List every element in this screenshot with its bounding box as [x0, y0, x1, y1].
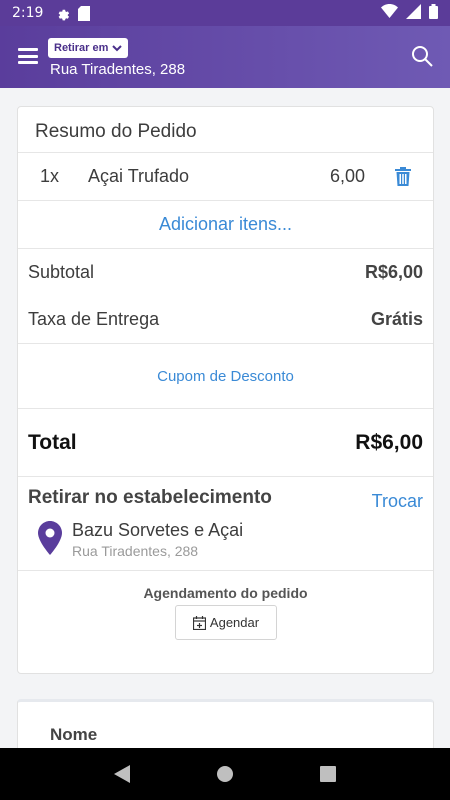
navigation-bar [0, 748, 450, 800]
order-summary-card: Resumo do Pedido 1x Açai Trufado 6,00 Ad… [17, 106, 434, 674]
header-address[interactable]: Rua Tiradentes, 288 [50, 61, 185, 78]
recents-icon[interactable] [318, 764, 338, 784]
order-summary-title: Resumo do Pedido [18, 107, 433, 153]
pickup-section: Retirar no estabelecimento Trocar Bazu S… [18, 477, 433, 571]
item-price: 6,00 [329, 166, 365, 186]
delivery-fee-value: Grátis [370, 309, 423, 329]
gear-icon [55, 6, 70, 21]
chevron-down-icon [112, 45, 123, 52]
total-row: Total R$6,00 [18, 409, 433, 477]
subtotal-label: Subtotal [28, 262, 95, 282]
add-items-link[interactable]: Adicionar itens... [18, 201, 433, 249]
status-bar: 2:19 [0, 0, 450, 26]
app-header: Retirar em Rua Tiradentes, 288 [0, 26, 450, 88]
coupon-link[interactable]: Cupom de Desconto [18, 344, 433, 409]
map-pin-icon [38, 521, 62, 555]
trash-icon[interactable] [395, 167, 411, 186]
schedule-title: Agendamento do pedido [143, 585, 308, 601]
search-icon[interactable] [410, 44, 434, 68]
wifi-icon [381, 4, 398, 22]
sd-card-icon [78, 5, 91, 21]
subtotal-row: Subtotal R$6,00 [18, 249, 433, 296]
schedule-button[interactable]: Agendar [175, 605, 277, 640]
store-address: Rua Tiradentes, 288 [72, 543, 199, 559]
price-breakdown: Subtotal R$6,00 Taxa de Entrega Grátis [18, 249, 433, 344]
signal-icon [406, 3, 421, 23]
pickup-mode-select[interactable]: Retirar em [48, 38, 129, 58]
subtotal-value: R$6,00 [364, 262, 423, 282]
pickup-title: Retirar no estabelecimento [28, 487, 272, 508]
schedule-section: Agendamento do pedido Agendar [18, 571, 433, 671]
item-name: Açai Trufado [88, 166, 190, 186]
status-time: 2:19 [12, 5, 44, 21]
delivery-fee-label: Taxa de Entrega [28, 309, 160, 329]
calendar-plus-icon [192, 615, 206, 630]
back-icon[interactable] [112, 764, 132, 784]
home-icon[interactable] [215, 764, 235, 784]
menu-icon[interactable] [18, 46, 38, 66]
delivery-fee-row: Taxa de Entrega Grátis [18, 296, 433, 343]
battery-icon [429, 3, 438, 23]
total-value: R$6,00 [355, 430, 423, 454]
order-item-row: 1x Açai Trufado 6,00 [18, 153, 433, 201]
total-label: Total [28, 430, 77, 454]
store-name: Bazu Sorvetes e Açai [72, 520, 244, 540]
name-label: Nome [50, 725, 98, 744]
change-store-link[interactable]: Trocar [372, 491, 423, 512]
schedule-button-label: Agendar [209, 615, 260, 630]
pickup-mode-label: Retirar em [54, 42, 109, 54]
item-quantity: 1x [40, 166, 60, 186]
